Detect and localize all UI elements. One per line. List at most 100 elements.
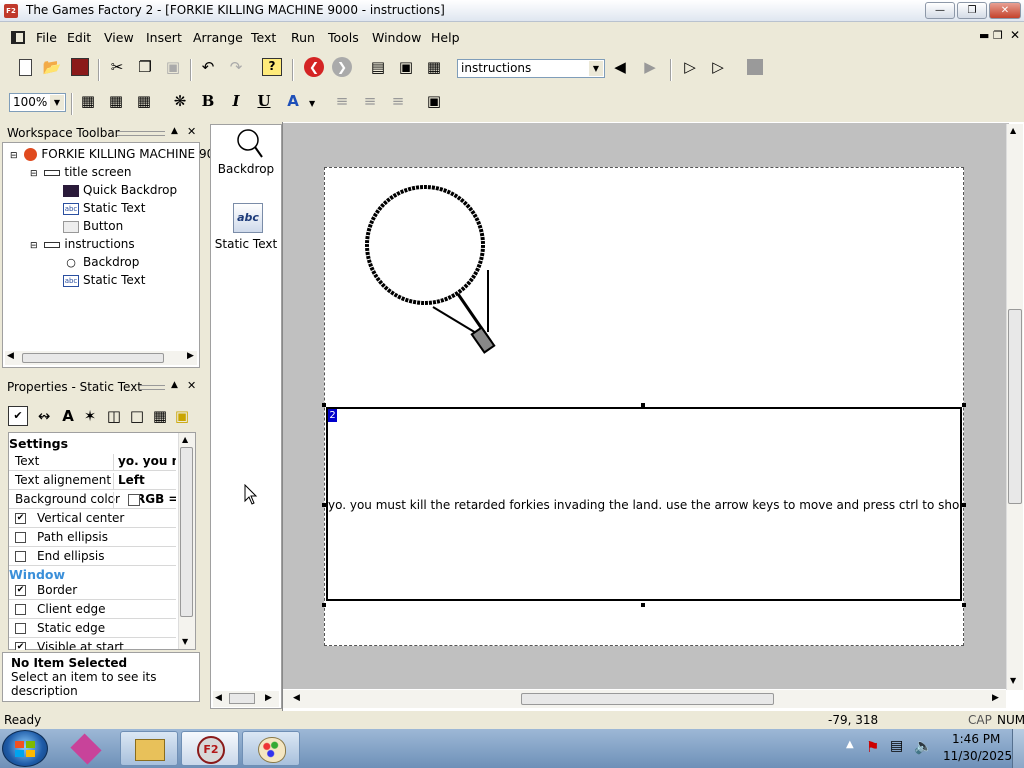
chevron-down-icon[interactable]: ▼ xyxy=(589,61,603,76)
stop-icon[interactable] xyxy=(743,55,767,79)
event-editor-icon[interactable]: ▦ xyxy=(422,55,446,79)
prop-value[interactable]: yo. you must kill xyxy=(113,454,176,471)
show-hidden-icons[interactable]: ▲ xyxy=(846,739,854,750)
grip-icon[interactable] xyxy=(140,385,165,390)
size-tab-icon[interactable]: ◫ xyxy=(102,404,126,428)
clock-date[interactable]: 11/30/2025 xyxy=(943,749,1012,763)
collapse-icon[interactable]: ▲ xyxy=(171,126,178,136)
start-button[interactable] xyxy=(2,730,48,767)
scroll-right-icon[interactable]: ▶ xyxy=(992,693,999,703)
note-tab-icon[interactable]: ▣ xyxy=(170,404,194,428)
taskbar-paint[interactable] xyxy=(242,731,300,766)
collapse-icon[interactable]: ▲ xyxy=(171,380,178,390)
menu-run[interactable]: Run xyxy=(291,30,315,45)
tree-frame[interactable]: ⊟ instructions xyxy=(30,237,135,251)
prop-value[interactable]: Left xyxy=(113,473,176,490)
next-frame-icon[interactable]: ❯ xyxy=(330,55,354,79)
collapse-icon[interactable]: ⊟ xyxy=(10,151,18,161)
scroll-left-icon[interactable]: ◀ xyxy=(215,693,222,703)
static-text-object[interactable]: 2 yo. you must kill the retarded forkies… xyxy=(326,407,962,601)
mdi-restore-icon[interactable]: ❐ xyxy=(993,29,1003,42)
grid-icon[interactable]: ▦ xyxy=(76,89,100,113)
paste-icon[interactable]: ▣ xyxy=(161,55,185,79)
title-bar[interactable]: F2 The Games Factory 2 - [FORKIE KILLING… xyxy=(0,0,1024,22)
tree-object[interactable]: abc Static Text xyxy=(63,273,145,287)
menu-edit[interactable]: Edit xyxy=(67,30,91,45)
play-forward-icon[interactable]: ▶ xyxy=(638,55,662,79)
document-icon[interactable] xyxy=(11,31,25,44)
menu-window[interactable]: Window xyxy=(372,30,421,45)
underline-icon[interactable]: U xyxy=(252,89,276,113)
prop-row-check[interactable]: Static edge xyxy=(9,619,176,638)
text-tab-icon[interactable]: A xyxy=(56,404,80,428)
grid-setup-icon[interactable]: ▦ xyxy=(132,89,156,113)
chevron-down-icon[interactable]: ▼ xyxy=(309,99,315,108)
scroll-up-icon[interactable]: ▲ xyxy=(1010,126,1016,135)
action-center-icon[interactable]: ⚑ xyxy=(866,738,879,756)
about-tab-icon[interactable]: □ xyxy=(125,404,149,428)
color-swatch[interactable] xyxy=(128,494,140,506)
properties-vscrollbar[interactable]: ▲ ▼ xyxy=(178,433,195,649)
close-button[interactable]: ✕ xyxy=(989,2,1021,19)
checkbox[interactable] xyxy=(15,623,26,634)
menu-help[interactable]: Help xyxy=(431,30,460,45)
italic-icon[interactable]: I xyxy=(224,89,248,113)
prop-row-check[interactable]: Client edge xyxy=(9,600,176,619)
clock-time[interactable]: 1:46 PM xyxy=(952,732,1000,746)
collapse-icon[interactable]: ⊟ xyxy=(30,241,38,251)
menu-tools[interactable]: Tools xyxy=(328,30,359,45)
close-icon[interactable]: ✕ xyxy=(187,379,196,392)
chevron-down-icon[interactable]: ▼ xyxy=(50,95,64,110)
grip-icon[interactable] xyxy=(117,131,165,136)
prop-row-check[interactable]: Path ellipsis xyxy=(9,528,176,547)
menu-text[interactable]: Text xyxy=(251,30,276,45)
scroll-thumb[interactable] xyxy=(1008,309,1022,504)
undo-icon[interactable]: ↶ xyxy=(196,55,220,79)
magnifier-backdrop[interactable] xyxy=(363,182,503,362)
align-right-icon[interactable]: ≡ xyxy=(386,89,410,113)
workspace-hscrollbar[interactable]: ◀ ▶ xyxy=(5,351,197,365)
prop-value[interactable]: RGB = xyxy=(113,492,176,509)
mdi-close-icon[interactable]: ✕ xyxy=(1010,28,1020,42)
scroll-left-icon[interactable]: ◀ xyxy=(293,693,300,703)
prop-row-check[interactable]: ✔ Visible at start xyxy=(9,638,176,650)
resize-icon[interactable]: ▣ xyxy=(422,89,446,113)
object-label[interactable]: Static Text xyxy=(211,237,281,251)
previous-frame-icon[interactable]: ❮ xyxy=(302,55,326,79)
run-frame-icon[interactable]: ▷ xyxy=(678,55,702,79)
prop-row-check[interactable]: ✔ Border xyxy=(9,581,176,600)
prop-row-alignment[interactable]: Text alignement Left xyxy=(9,471,176,490)
editor-hscrollbar[interactable]: ◀ ▶ xyxy=(283,690,1006,708)
menu-arrange[interactable]: Arrange xyxy=(193,30,243,45)
mdi-minimize-icon[interactable]: ▬ xyxy=(979,29,989,42)
align-left-icon[interactable]: ≡ xyxy=(330,89,354,113)
checkbox[interactable]: ✔ xyxy=(15,513,26,524)
scroll-left-icon[interactable]: ◀ xyxy=(7,351,14,361)
checkbox[interactable] xyxy=(15,604,26,615)
grid-tab-icon[interactable]: ▦ xyxy=(148,404,172,428)
editor-vscrollbar[interactable]: ▲ ▼ xyxy=(1006,124,1023,690)
minimize-button[interactable]: — xyxy=(925,2,955,19)
storyboard-editor-icon[interactable]: ▤ xyxy=(366,55,390,79)
checkbox[interactable] xyxy=(15,551,26,562)
scroll-thumb[interactable] xyxy=(229,693,255,704)
prop-row-check[interactable]: End ellipsis xyxy=(9,547,176,566)
scroll-up-icon[interactable]: ▲ xyxy=(182,435,188,444)
taskbar-games-factory[interactable]: F2 xyxy=(181,731,239,766)
tree-root[interactable]: ⊟ FORKIE KILLING MACHINE 9000 xyxy=(10,147,229,161)
maximize-button[interactable]: ❐ xyxy=(957,2,987,19)
scroll-thumb[interactable] xyxy=(521,693,774,705)
checkbox[interactable]: ✔ xyxy=(15,642,26,650)
volume-icon[interactable]: 🔈 xyxy=(914,737,933,755)
checkbox[interactable]: ✔ xyxy=(15,585,26,596)
static-text-icon[interactable]: abc xyxy=(233,203,263,233)
events-tab-icon[interactable]: ✶ xyxy=(78,404,102,428)
open-folder-icon[interactable]: 📂 xyxy=(40,55,64,79)
menu-file[interactable]: File xyxy=(36,30,57,45)
scroll-right-icon[interactable]: ▶ xyxy=(265,693,272,703)
tree-object[interactable]: ○ Backdrop xyxy=(63,255,139,269)
scroll-right-icon[interactable]: ▶ xyxy=(187,351,194,361)
frame-editor-canvas[interactable]: 2 yo. you must kill the retarded forkies… xyxy=(283,123,1009,689)
app-icon[interactable]: F2 xyxy=(4,4,18,18)
help-icon[interactable]: ? xyxy=(260,55,284,79)
